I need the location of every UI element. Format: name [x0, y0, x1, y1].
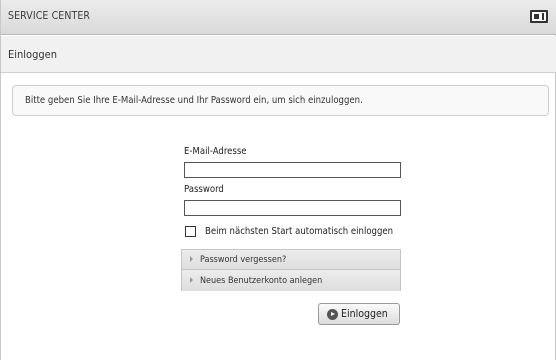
password-label: Password	[184, 184, 224, 195]
login-button[interactable]: Einloggen	[318, 303, 400, 325]
forgot-password-label: Password vergessen?	[200, 255, 287, 265]
create-account-label: Neues Benutzerkonto anlegen	[200, 276, 323, 286]
auto-login-label[interactable]: Beim nächsten Start automatisch einlogge…	[205, 226, 393, 237]
service-center-window: SERVICE CENTER Einloggen Bitte geben Sie…	[0, 0, 556, 360]
chevron-right-icon	[190, 277, 193, 283]
title-bar: SERVICE CENTER	[1, 0, 556, 35]
login-button-label: Einloggen	[341, 308, 388, 320]
account-links: Password vergessen? Neues Benutzerkonto …	[181, 249, 401, 291]
chevron-right-icon	[190, 256, 193, 262]
email-label: E-Mail-Adresse	[184, 146, 247, 157]
window-mode-icon[interactable]	[530, 10, 548, 23]
info-box: Bitte geben Sie Ihre E-Mail-Adresse und …	[12, 85, 549, 116]
window-title: SERVICE CENTER	[8, 10, 91, 22]
page-title: Einloggen	[8, 48, 58, 61]
password-field[interactable]	[184, 200, 401, 216]
create-account-link[interactable]: Neues Benutzerkonto anlegen	[182, 271, 400, 291]
forgot-password-link[interactable]: Password vergessen?	[182, 250, 400, 270]
auto-login-checkbox[interactable]	[185, 226, 196, 237]
play-circle-icon	[327, 309, 338, 320]
email-field[interactable]	[184, 162, 401, 178]
page-header: Einloggen	[1, 36, 556, 73]
info-text: Bitte geben Sie Ihre E-Mail-Adresse und …	[25, 95, 363, 106]
